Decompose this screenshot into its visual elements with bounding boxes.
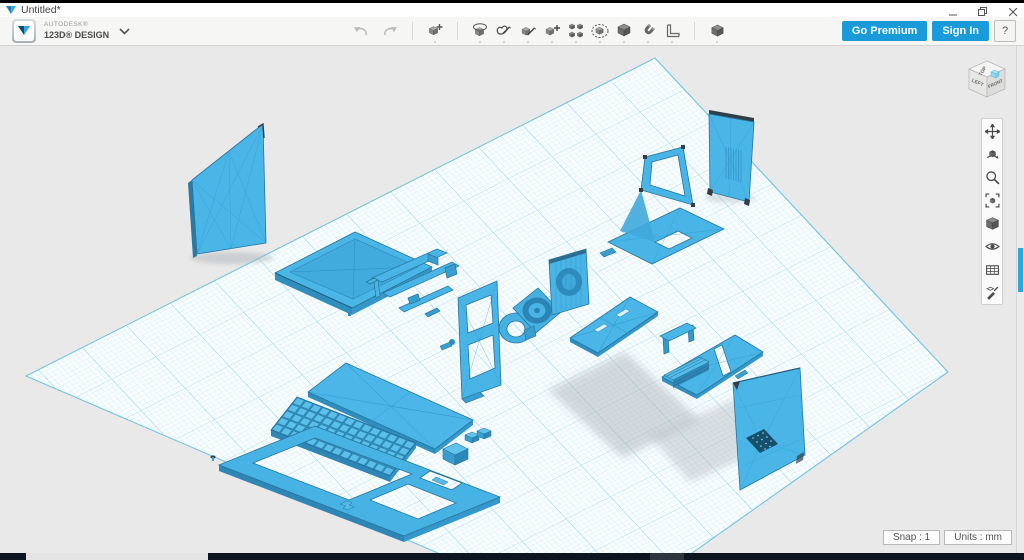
zoom-icon[interactable] [984,169,1000,185]
toolbar-separator [457,22,458,40]
brand-text: AUTODESK® 123D® DESIGN [44,22,109,40]
grid-settings-icon[interactable] [984,261,1000,277]
status-bar: Snap : 1 Units : mm [883,530,1012,545]
part-lid-panel[interactable] [188,124,266,258]
units-setting[interactable]: Units : mm [944,530,1012,545]
toolbar-separator [694,22,695,40]
scene-canvas [0,46,1024,553]
combine-tool-button[interactable] [614,18,634,44]
app-menu-button[interactable] [12,19,36,43]
scrollbar-track[interactable] [1016,46,1024,553]
sketch-tool-button[interactable] [494,18,514,44]
insert-tool-button[interactable] [425,18,445,44]
part-heatsink[interactable] [549,249,589,315]
redo-button[interactable] [380,18,400,44]
taskbar-segment[interactable] [650,553,684,560]
part-back-panel[interactable] [707,110,754,206]
primitives-tool-button[interactable] [470,18,490,44]
view-block-tool-button[interactable] [707,18,727,44]
help-button[interactable]: ? [994,20,1016,42]
title-bar: Untitled* [0,0,1024,17]
window-title: Untitled* [21,4,61,16]
fit-view-icon[interactable] [984,192,1000,208]
part-screw[interactable] [210,455,215,461]
snap-setting[interactable]: Snap : 1 [883,530,940,545]
measure-tool-button[interactable] [662,18,682,44]
navigation-toolbar [981,118,1003,305]
taskbar-app-segment[interactable] [26,553,208,560]
view-cube[interactable]: TOP LEFT FRONT [964,58,1010,104]
app-window: Untitled* AUTODESK® 123D® DESIGN [0,0,1024,560]
orbit-icon[interactable] [984,146,1000,162]
viewport-3d[interactable]: TOP LEFT FRONT [0,46,1024,553]
scrollbar-thumb[interactable] [1018,248,1023,292]
modify-tool-button[interactable] [542,18,562,44]
visibility-eye-icon[interactable] [984,238,1000,254]
go-premium-button[interactable]: Go Premium [842,21,927,41]
menu-chevron-icon[interactable] [119,28,130,35]
os-taskbar [0,553,1024,560]
material-brush-icon[interactable] [984,284,1000,300]
sign-in-button[interactable]: Sign In [932,21,989,41]
snap-tool-button[interactable] [638,18,658,44]
undo-button[interactable] [350,18,370,44]
main-toolbar: AUTODESK® 123D® DESIGN [0,17,1024,46]
construct-tool-button[interactable] [518,18,538,44]
toolbar-separator [412,22,413,40]
pan-icon[interactable] [984,123,1000,139]
grouping-tool-button[interactable] [590,18,610,44]
view-solid-icon[interactable] [984,215,1000,231]
pattern-tool-button[interactable] [566,18,586,44]
app-logo-icon [5,5,17,16]
